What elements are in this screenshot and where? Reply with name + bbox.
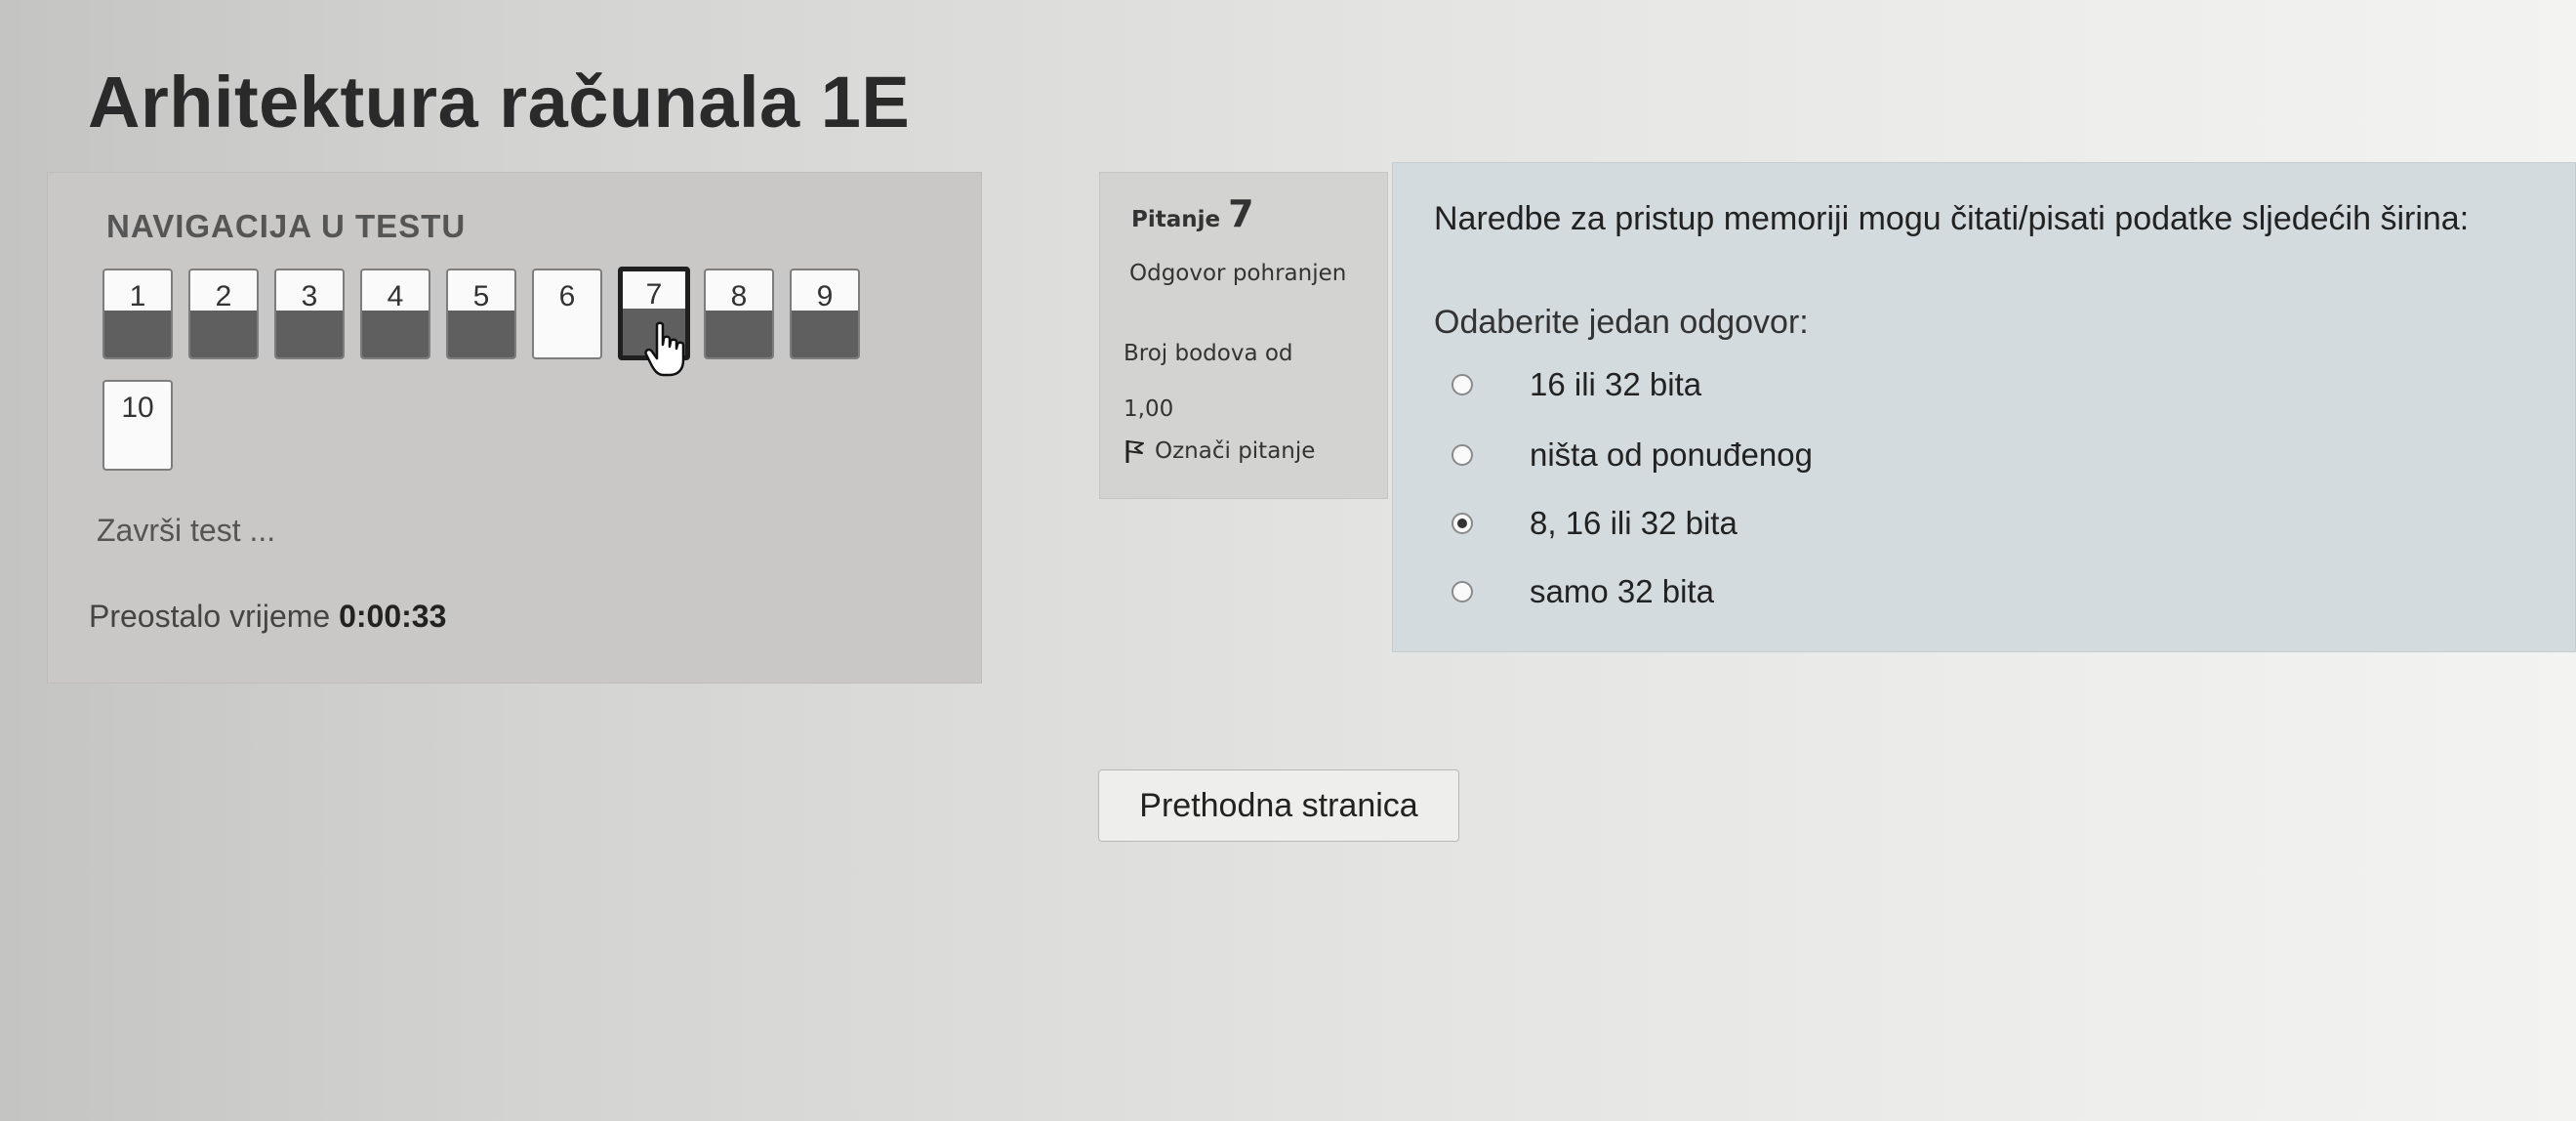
question-text: Naredbe za pristup memoriji mogu čitati/… (1434, 200, 2470, 237)
question-nav-button-2[interactable]: 2 (188, 269, 259, 359)
flag-label: Označi pitanje (1155, 438, 1316, 464)
radio-button[interactable] (1452, 581, 1473, 602)
answer-prompt: Odaberite jedan odgovor: (1434, 304, 1809, 341)
question-nav-number: 3 (301, 280, 318, 312)
question-nav-number: 10 (121, 392, 154, 424)
question-nav-button-3[interactable]: 3 (274, 269, 345, 359)
finish-attempt-link[interactable]: Završi test ... (97, 513, 275, 549)
quiz-navigation-block: NAVIGACIJA U TESTU 1 2 3 4 5 6 7 8 9 10 … (47, 172, 982, 684)
question-nav-number: 9 (816, 280, 834, 312)
question-number: 7 (1228, 192, 1254, 235)
radio-button[interactable] (1452, 444, 1473, 466)
flag-question-toggle[interactable]: Označi pitanje (1124, 438, 1315, 464)
grade-label: Broj bodova od (1124, 341, 1293, 366)
radio-button[interactable] (1452, 374, 1473, 395)
question-nav-number: 8 (730, 280, 748, 312)
answer-option-label: 8, 16 ili 32 bita (1530, 505, 1738, 541)
question-label: Pitanje (1131, 207, 1221, 232)
question-nav-number: 1 (129, 280, 146, 312)
answer-option-1[interactable]: 16 ili 32 bita (1452, 366, 1701, 403)
answer-option-3-selected[interactable]: 8, 16 ili 32 bita (1452, 505, 1738, 542)
answer-option-label: ništa od ponuđenog (1530, 436, 1813, 473)
answer-option-label: samo 32 bita (1530, 573, 1714, 609)
answer-option-4[interactable]: samo 32 bita (1452, 573, 1714, 610)
question-nav-button-5[interactable]: 5 (446, 269, 516, 359)
question-grade: Broj bodova od 1,00 (1124, 326, 1358, 437)
question-nav-number: 6 (558, 280, 576, 312)
answer-option-label: 16 ili 32 bita (1530, 366, 1702, 402)
previous-page-button[interactable]: Prethodna stranica (1098, 769, 1459, 842)
time-remaining: Preostalo vrijeme 0:00:33 (89, 599, 446, 635)
navigation-heading: NAVIGACIJA U TESTU (106, 208, 467, 244)
grade-value: 1,00 (1124, 396, 1174, 422)
question-nav-number: 7 (645, 278, 663, 311)
question-content-panel: Naredbe za pristup memoriji mogu čitati/… (1392, 162, 2576, 652)
question-nav-number: 2 (215, 280, 232, 312)
question-nav-number: 5 (472, 280, 490, 312)
answer-status: Odgovor pohranjen (1129, 261, 1347, 286)
radio-button-checked[interactable] (1452, 513, 1473, 534)
answer-option-2[interactable]: ništa od ponuđenog (1452, 436, 1813, 474)
question-nav-button-4[interactable]: 4 (360, 269, 430, 359)
question-number-label: Pitanje 7 (1131, 192, 1254, 235)
timer-label: Preostalo vrijeme (89, 599, 331, 634)
hand-cursor-icon (644, 321, 685, 377)
question-nav-button-6[interactable]: 6 (532, 269, 602, 359)
question-nav-button-9[interactable]: 9 (790, 269, 860, 359)
question-nav-number: 4 (387, 280, 404, 312)
question-info-panel: Pitanje 7 Odgovor pohranjen Broj bodova … (1099, 172, 1388, 499)
timer-value: 0:00:33 (339, 599, 447, 634)
question-nav-button-1[interactable]: 1 (102, 269, 173, 359)
question-nav-button-8[interactable]: 8 (704, 269, 774, 359)
question-nav-button-10[interactable]: 10 (102, 380, 173, 471)
flag-icon (1125, 440, 1144, 463)
page-title: Arhitektura računala 1E (88, 62, 911, 143)
